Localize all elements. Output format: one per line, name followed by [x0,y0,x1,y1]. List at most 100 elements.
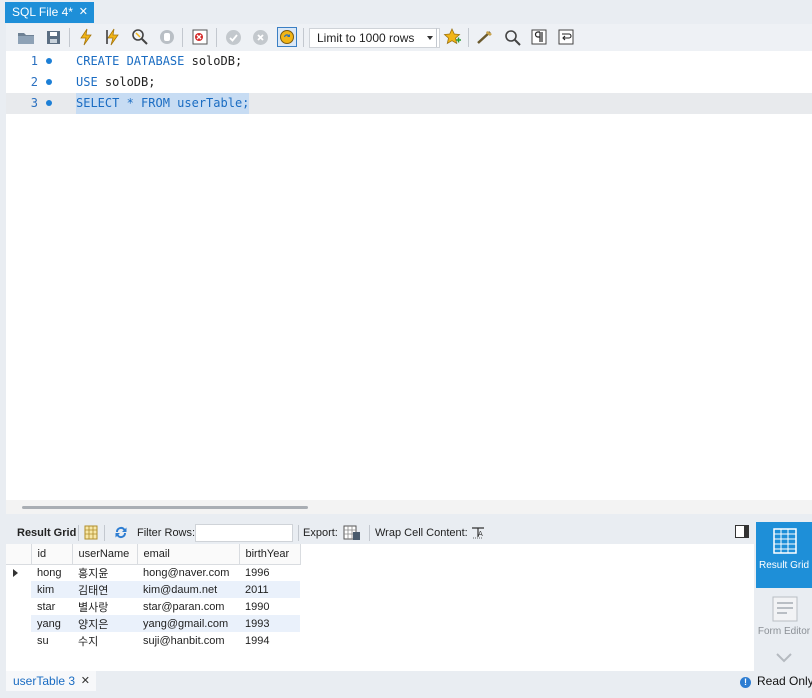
tab-sql-file[interactable]: SQL File 4* ✕ [5,2,94,23]
toolbar-separator [303,28,304,47]
row-header[interactable] [6,632,31,649]
cell[interactable]: star@paran.com [137,598,239,615]
table-row[interactable]: star 별사랑 star@paran.com 1990 [6,598,300,615]
chevron-down-icon [427,36,433,40]
export-label: Export: [303,527,338,539]
wrap-cell-content-label: Wrap Cell Content: [375,527,468,539]
grid-layout-icon[interactable] [84,525,98,543]
column-header[interactable]: id [31,544,73,565]
cell[interactable]: hong [31,564,72,581]
result-grid-button-label: Result Grid [758,560,809,571]
find-icon[interactable] [502,27,522,47]
cell[interactable]: kim [31,581,72,598]
line-number: 2 [30,75,38,89]
status-bar: userTable 3 ✕ ! Read Only [0,671,812,698]
cell[interactable]: 2011 [239,581,300,598]
code-text: CREATE DATABASE soloDB; [76,51,242,72]
result-tab-label: userTable 3 [13,674,76,688]
commit-icon[interactable] [223,27,243,47]
tab-close-icon[interactable]: ✕ [79,2,88,23]
bookmark-icon[interactable] [442,27,462,47]
cell[interactable]: 양지은 [72,615,137,632]
current-row-icon [13,568,18,577]
table-row[interactable]: yang 양지은 yang@gmail.com 1993 [6,615,300,632]
sql-editor[interactable]: 1 CREATE DATABASE soloDB; 2 USE soloDB; … [6,51,812,500]
cell[interactable]: 1996 [239,564,300,581]
cell[interactable]: 홍지윤 [72,564,137,581]
result-grid-icon [773,528,797,557]
line-number: 1 [30,54,38,68]
result-grid[interactable]: id userName email birthYear hong 홍지윤 hon… [6,544,754,671]
row-header[interactable] [6,581,31,598]
code-line: 2 USE soloDB; [6,72,812,93]
form-editor-button-label: Form Editor [757,626,811,637]
sql-keyword: USE [76,75,98,89]
column-header[interactable]: userName [72,544,138,565]
export-icon[interactable] [343,524,361,544]
toolbar-separator [216,28,217,47]
result-grid-button[interactable]: Result Grid [756,522,812,588]
explain-icon[interactable] [130,27,150,47]
cell[interactable]: star [31,598,72,615]
cell[interactable]: su [31,632,72,649]
result-side-panel: Result Grid Form Editor [754,520,812,671]
toolbar-separator [78,525,79,541]
toolbar-separator [298,525,299,541]
result-grid-label[interactable]: Result Grid [17,527,76,539]
cell[interactable]: 1990 [239,598,300,615]
stop-icon[interactable] [157,27,177,47]
code-line: 1 CREATE DATABASE soloDB; [6,51,812,72]
execute-icon[interactable] [76,27,96,47]
autocommit-icon[interactable] [277,27,297,47]
wrap-icon[interactable] [556,27,576,47]
cell[interactable]: 별사랑 [72,598,137,615]
cell[interactable]: suji@hanbit.com [137,632,239,649]
cell[interactable]: kim@daum.net [137,581,239,598]
cell[interactable]: yang [31,615,72,632]
beautify-icon[interactable] [475,27,495,47]
code-line-current: 3 SELECT * FROM userTable; [6,93,812,114]
row-header[interactable] [6,564,31,581]
table-row[interactable]: hong 홍지윤 hong@naver.com 1996 [6,564,300,581]
column-header[interactable]: email [137,544,240,565]
open-file-icon[interactable] [16,27,36,47]
close-icon[interactable]: ✕ [81,671,90,691]
cell[interactable]: 1993 [239,615,300,632]
result-tab-usertable[interactable]: userTable 3 ✕ [6,671,96,691]
chevron-down-icon[interactable] [776,653,792,666]
cell[interactable]: 김태연 [72,581,137,598]
wrap-cell-icon[interactable]: A [471,526,485,542]
filter-rows-label: Filter Rows: [137,527,196,539]
rollback-icon[interactable] [250,27,270,47]
cell[interactable]: 수지 [72,632,137,649]
cell[interactable]: yang@gmail.com [137,615,239,632]
toggle-error-icon[interactable] [190,27,210,47]
toggle-side-panel-icon[interactable] [735,525,749,538]
statement-marker-icon [46,58,52,64]
cell[interactable]: hong@naver.com [137,564,239,581]
row-header[interactable] [6,598,31,615]
code-text: USE soloDB; [76,72,155,93]
toolbar-separator [69,28,70,47]
table-row[interactable]: kim 김태연 kim@daum.net 2011 [6,581,300,598]
column-header[interactable]: birthYear [239,544,301,565]
invisible-chars-icon[interactable] [529,27,549,47]
cell[interactable]: 1994 [239,632,300,649]
toolbar-separator [182,28,183,47]
form-editor-icon [772,596,798,625]
refresh-icon[interactable] [113,525,129,543]
read-only-label: Read Only [757,674,812,688]
save-icon[interactable] [43,27,63,47]
filter-rows-input[interactable] [195,524,293,542]
editor-tab-bar: SQL File 4* ✕ [0,0,812,24]
sql-toolbar: Limit to 1000 rows [6,24,812,51]
form-editor-button[interactable]: Form Editor [756,592,812,652]
execute-current-icon[interactable] [103,27,123,47]
limit-rows-select[interactable]: Limit to 1000 rows [309,28,440,48]
statement-marker-icon [46,100,52,106]
row-header[interactable] [6,615,31,632]
scrollbar-thumb[interactable] [22,506,308,509]
editor-horizontal-scrollbar[interactable] [6,500,812,514]
table-row[interactable]: su 수지 suji@hanbit.com 1994 [6,632,300,649]
result-table: id userName email birthYear hong 홍지윤 hon… [6,544,301,649]
